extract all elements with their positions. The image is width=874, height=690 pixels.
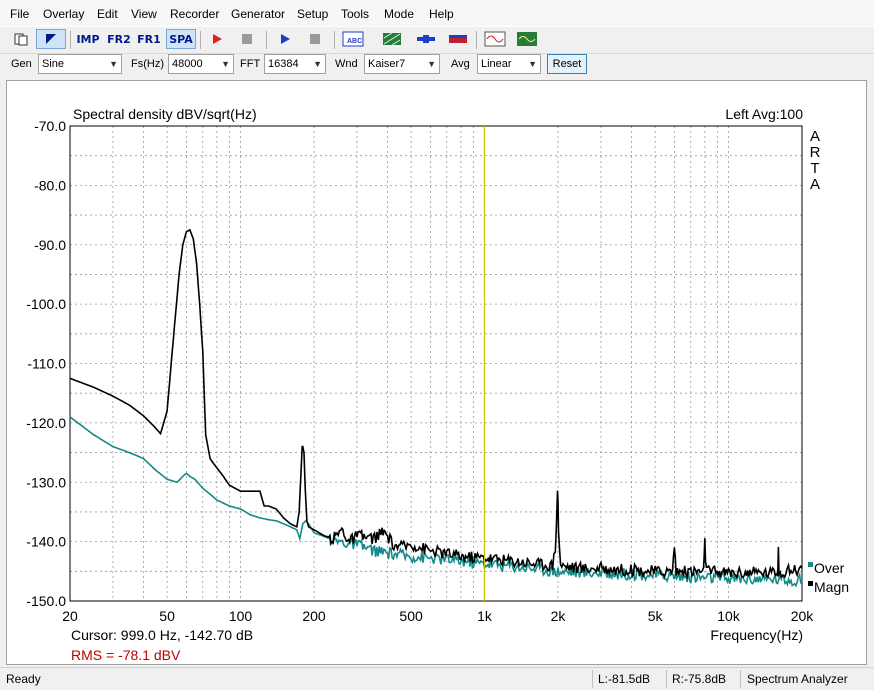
pointer-icon[interactable]	[36, 29, 66, 49]
fr2-button[interactable]: FR2	[106, 29, 132, 49]
menu-tools[interactable]: Tools	[341, 7, 369, 21]
gen-label: Gen	[11, 58, 32, 70]
x-tick-label: 5k	[648, 608, 664, 624]
channel-info: Left Avg:100	[725, 106, 803, 122]
series-line-over	[69, 416, 803, 588]
fft-select[interactable]: 16384 ▼	[264, 54, 326, 74]
avg-value: Linear	[481, 58, 512, 70]
x-tick-label: 100	[229, 608, 253, 624]
series-line-magn	[69, 228, 803, 581]
wnd-select[interactable]: Kaiser7 ▼	[364, 54, 440, 74]
brand-letter-r: R	[810, 144, 821, 161]
level-right: R:-75.8dB	[672, 672, 727, 686]
fr1-button[interactable]: FR1	[136, 29, 162, 49]
y-tick-label: -80.0	[34, 177, 66, 193]
control-bar: Gen Sine ▼ Fs(Hz) 48000 ▼ FFT 16384 ▼ Wn…	[0, 53, 874, 77]
play-icon[interactable]	[274, 29, 296, 49]
y-tick-label: -150.0	[26, 593, 66, 609]
status-bar: Ready L:-81.5dB R:-75.8dB Spectrum Analy…	[0, 667, 874, 690]
x-tick-label: 2k	[551, 608, 567, 624]
fft-label: FFT	[240, 58, 261, 70]
fs-label: Fs(Hz)	[131, 58, 164, 70]
stop-play-icon[interactable]	[304, 29, 326, 49]
chevron-down-icon: ▼	[528, 59, 537, 69]
mode-name: Spectrum Analyzer	[747, 672, 848, 686]
y-tick-label: -70.0	[34, 118, 66, 134]
menu-bar: File Overlay Edit View Recorder Generato…	[0, 0, 874, 26]
y-tick-label: -90.0	[34, 237, 66, 253]
plot-panel: Spectral density dBV/sqrt(Hz) Left Avg:1…	[6, 80, 867, 665]
legend-over-swatch	[808, 562, 813, 567]
abc-icon[interactable]: ABC	[340, 29, 366, 49]
x-tick-label: 20k	[791, 608, 815, 624]
level-left: L:-81.5dB	[598, 672, 651, 686]
new-doc-icon[interactable]	[10, 29, 32, 49]
menu-generator[interactable]: Generator	[231, 7, 285, 21]
chevron-down-icon: ▼	[221, 59, 230, 69]
chevron-down-icon: ▼	[109, 59, 118, 69]
brand-letter-t: T	[810, 160, 819, 177]
legend-magn-swatch	[808, 581, 813, 586]
rms-readout: RMS = -78.1 dBV	[71, 647, 181, 663]
x-tick-label: 50	[159, 608, 175, 624]
cable-icon[interactable]	[414, 29, 438, 49]
y-tick-label: -120.0	[26, 415, 66, 431]
imp-button[interactable]: IMP	[74, 29, 102, 49]
menu-help[interactable]: Help	[429, 7, 454, 21]
y-tick-label: -140.0	[26, 534, 66, 550]
gen-value: Sine	[42, 58, 65, 70]
x-tick-label: 10k	[717, 608, 741, 624]
chevron-down-icon: ▼	[313, 59, 322, 69]
menu-recorder[interactable]: Recorder	[170, 7, 219, 21]
fs-value: 48000	[172, 58, 203, 70]
menu-view[interactable]: View	[131, 7, 157, 21]
cursor-readout: Cursor: 999.0 Hz, -142.70 dB	[71, 627, 253, 643]
y-tick-label: -100.0	[26, 296, 66, 312]
gen-select[interactable]: Sine ▼	[38, 54, 122, 74]
menu-overlay[interactable]: Overlay	[43, 7, 84, 21]
fs-select[interactable]: 48000 ▼	[168, 54, 234, 74]
x-tick-label: 500	[399, 608, 423, 624]
y-tick-label: -110.0	[27, 356, 66, 372]
grid	[69, 125, 803, 602]
legend-over-label: Over	[814, 560, 845, 576]
toolbar: IMP FR2 FR1 SPA ABC	[0, 26, 874, 54]
x-tick-label: 200	[302, 608, 326, 624]
x-axis-label: Frequency(Hz)	[710, 627, 803, 643]
wnd-label: Wnd	[335, 58, 358, 70]
brand-letter-a2: A	[810, 176, 820, 193]
fft-value: 16384	[268, 58, 299, 70]
chart-title: Spectral density dBV/sqrt(Hz)	[73, 106, 257, 122]
menu-mode[interactable]: Mode	[384, 7, 414, 21]
status-text: Ready	[6, 672, 41, 686]
menu-file[interactable]: File	[10, 7, 29, 21]
avg-label: Avg	[451, 58, 470, 70]
legend-magn-label: Magn	[814, 579, 849, 595]
scope-icon[interactable]	[514, 29, 540, 49]
menu-setup[interactable]: Setup	[297, 7, 328, 21]
chevron-down-icon: ▼	[427, 59, 436, 69]
stop-icon[interactable]	[236, 29, 258, 49]
y-tick-label: -130.0	[26, 474, 66, 490]
x-tick-label: 1k	[477, 608, 493, 624]
probe-icon[interactable]	[446, 29, 470, 49]
grid-icon[interactable]	[380, 29, 404, 49]
x-tick-label: 20	[62, 608, 78, 624]
menu-edit[interactable]: Edit	[97, 7, 118, 21]
record-icon[interactable]	[206, 29, 228, 49]
brand-letter-a: A	[810, 128, 820, 145]
svg-text:ABC: ABC	[347, 38, 362, 45]
spectrum-chart[interactable]: Spectral density dBV/sqrt(Hz) Left Avg:1…	[7, 81, 866, 664]
wnd-value: Kaiser7	[368, 58, 406, 70]
generator-wave-icon[interactable]	[482, 29, 508, 49]
spa-button[interactable]: SPA	[166, 29, 196, 49]
avg-select[interactable]: Linear ▼	[477, 54, 541, 74]
reset-button[interactable]: Reset	[547, 54, 587, 74]
